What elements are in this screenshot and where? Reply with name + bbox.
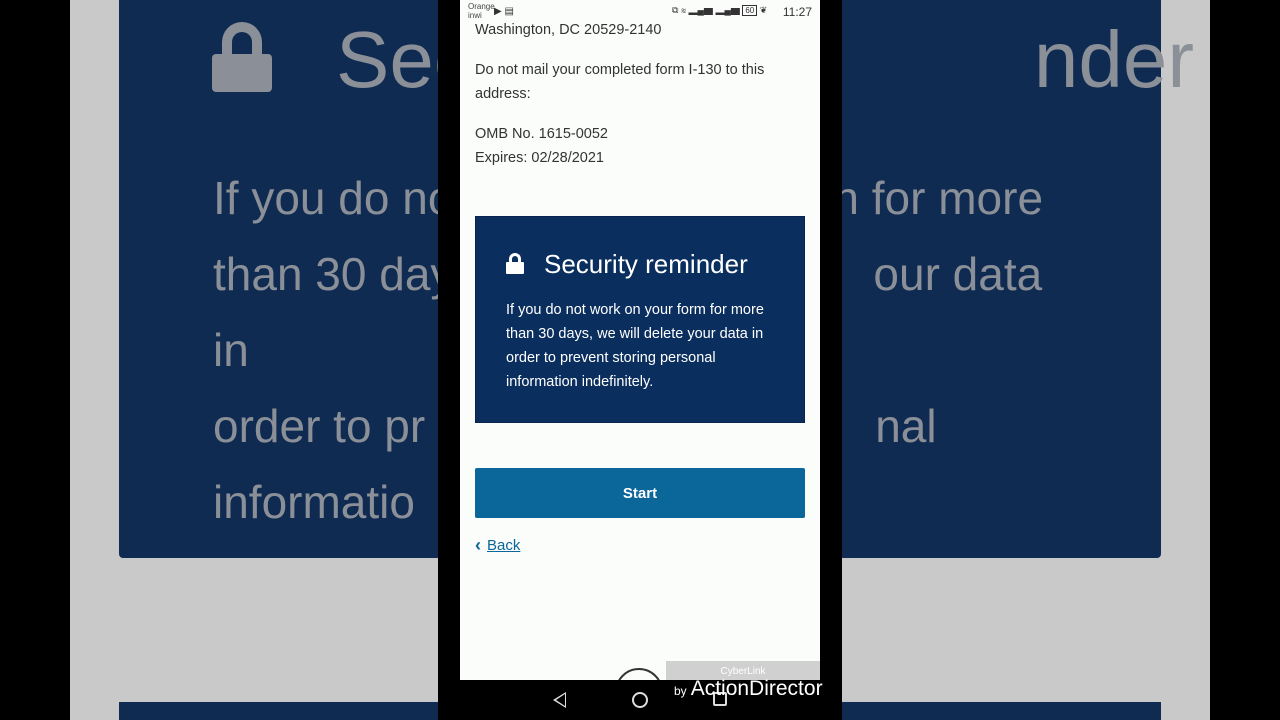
dhs-seal-icon xyxy=(615,668,663,680)
signal-icon: ▂▄▆ xyxy=(715,5,740,15)
wifi-icon: ≋ xyxy=(680,5,687,15)
security-reminder-text: If you do not work on your form for more… xyxy=(506,302,764,390)
status-right-icons: ⧉ ≋ ▂▄▆ ▂▄▆ 60 ❦ xyxy=(672,5,767,16)
status-time: 11:27 xyxy=(782,5,812,19)
omb-number: OMB No. 1615-0052 xyxy=(475,126,608,142)
video-icon: ▶ xyxy=(494,6,502,17)
back-link[interactable]: ‹ Back xyxy=(475,533,520,557)
expiration-date: Expires: 02/28/2021 xyxy=(475,150,604,166)
battery-icon: 60 xyxy=(742,5,758,16)
back-link-label: Back xyxy=(487,536,521,554)
watermark: by ActionDirector xyxy=(674,677,823,701)
do-not-mail-text: Do not mail your completed form I-130 to… xyxy=(475,62,765,102)
leaf-icon: ❦ xyxy=(759,5,768,15)
security-reminder-card: Security reminder If you do not work on … xyxy=(475,216,805,423)
status-left-icons: ▶ ▤ xyxy=(494,6,514,17)
security-reminder-title: Security reminder xyxy=(544,249,748,279)
background-lock-icon xyxy=(212,22,272,92)
lock-icon xyxy=(506,253,524,275)
start-button[interactable]: Start xyxy=(475,468,805,518)
watermark-name: ActionDirector xyxy=(690,677,823,700)
cast-icon: ⧉ xyxy=(672,5,679,15)
nav-home-icon[interactable] xyxy=(632,692,648,708)
signal-icon: ▂▄▆ xyxy=(688,5,713,15)
phone-frame: Orange inwi ▶ ▤ ⧉ ≋ ▂▄▆ ▂▄▆ 60 ❦ 11:27 W… xyxy=(438,0,842,720)
chevron-left-icon: ‹ xyxy=(475,535,481,555)
watermark-by: by xyxy=(674,684,687,698)
calendar-icon: ▤ xyxy=(504,6,514,17)
address-line: Washington, DC 20529-2140 xyxy=(475,22,662,38)
phone-screen: Orange inwi ▶ ▤ ⧉ ≋ ▂▄▆ ▂▄▆ 60 ❦ 11:27 W… xyxy=(460,0,820,680)
